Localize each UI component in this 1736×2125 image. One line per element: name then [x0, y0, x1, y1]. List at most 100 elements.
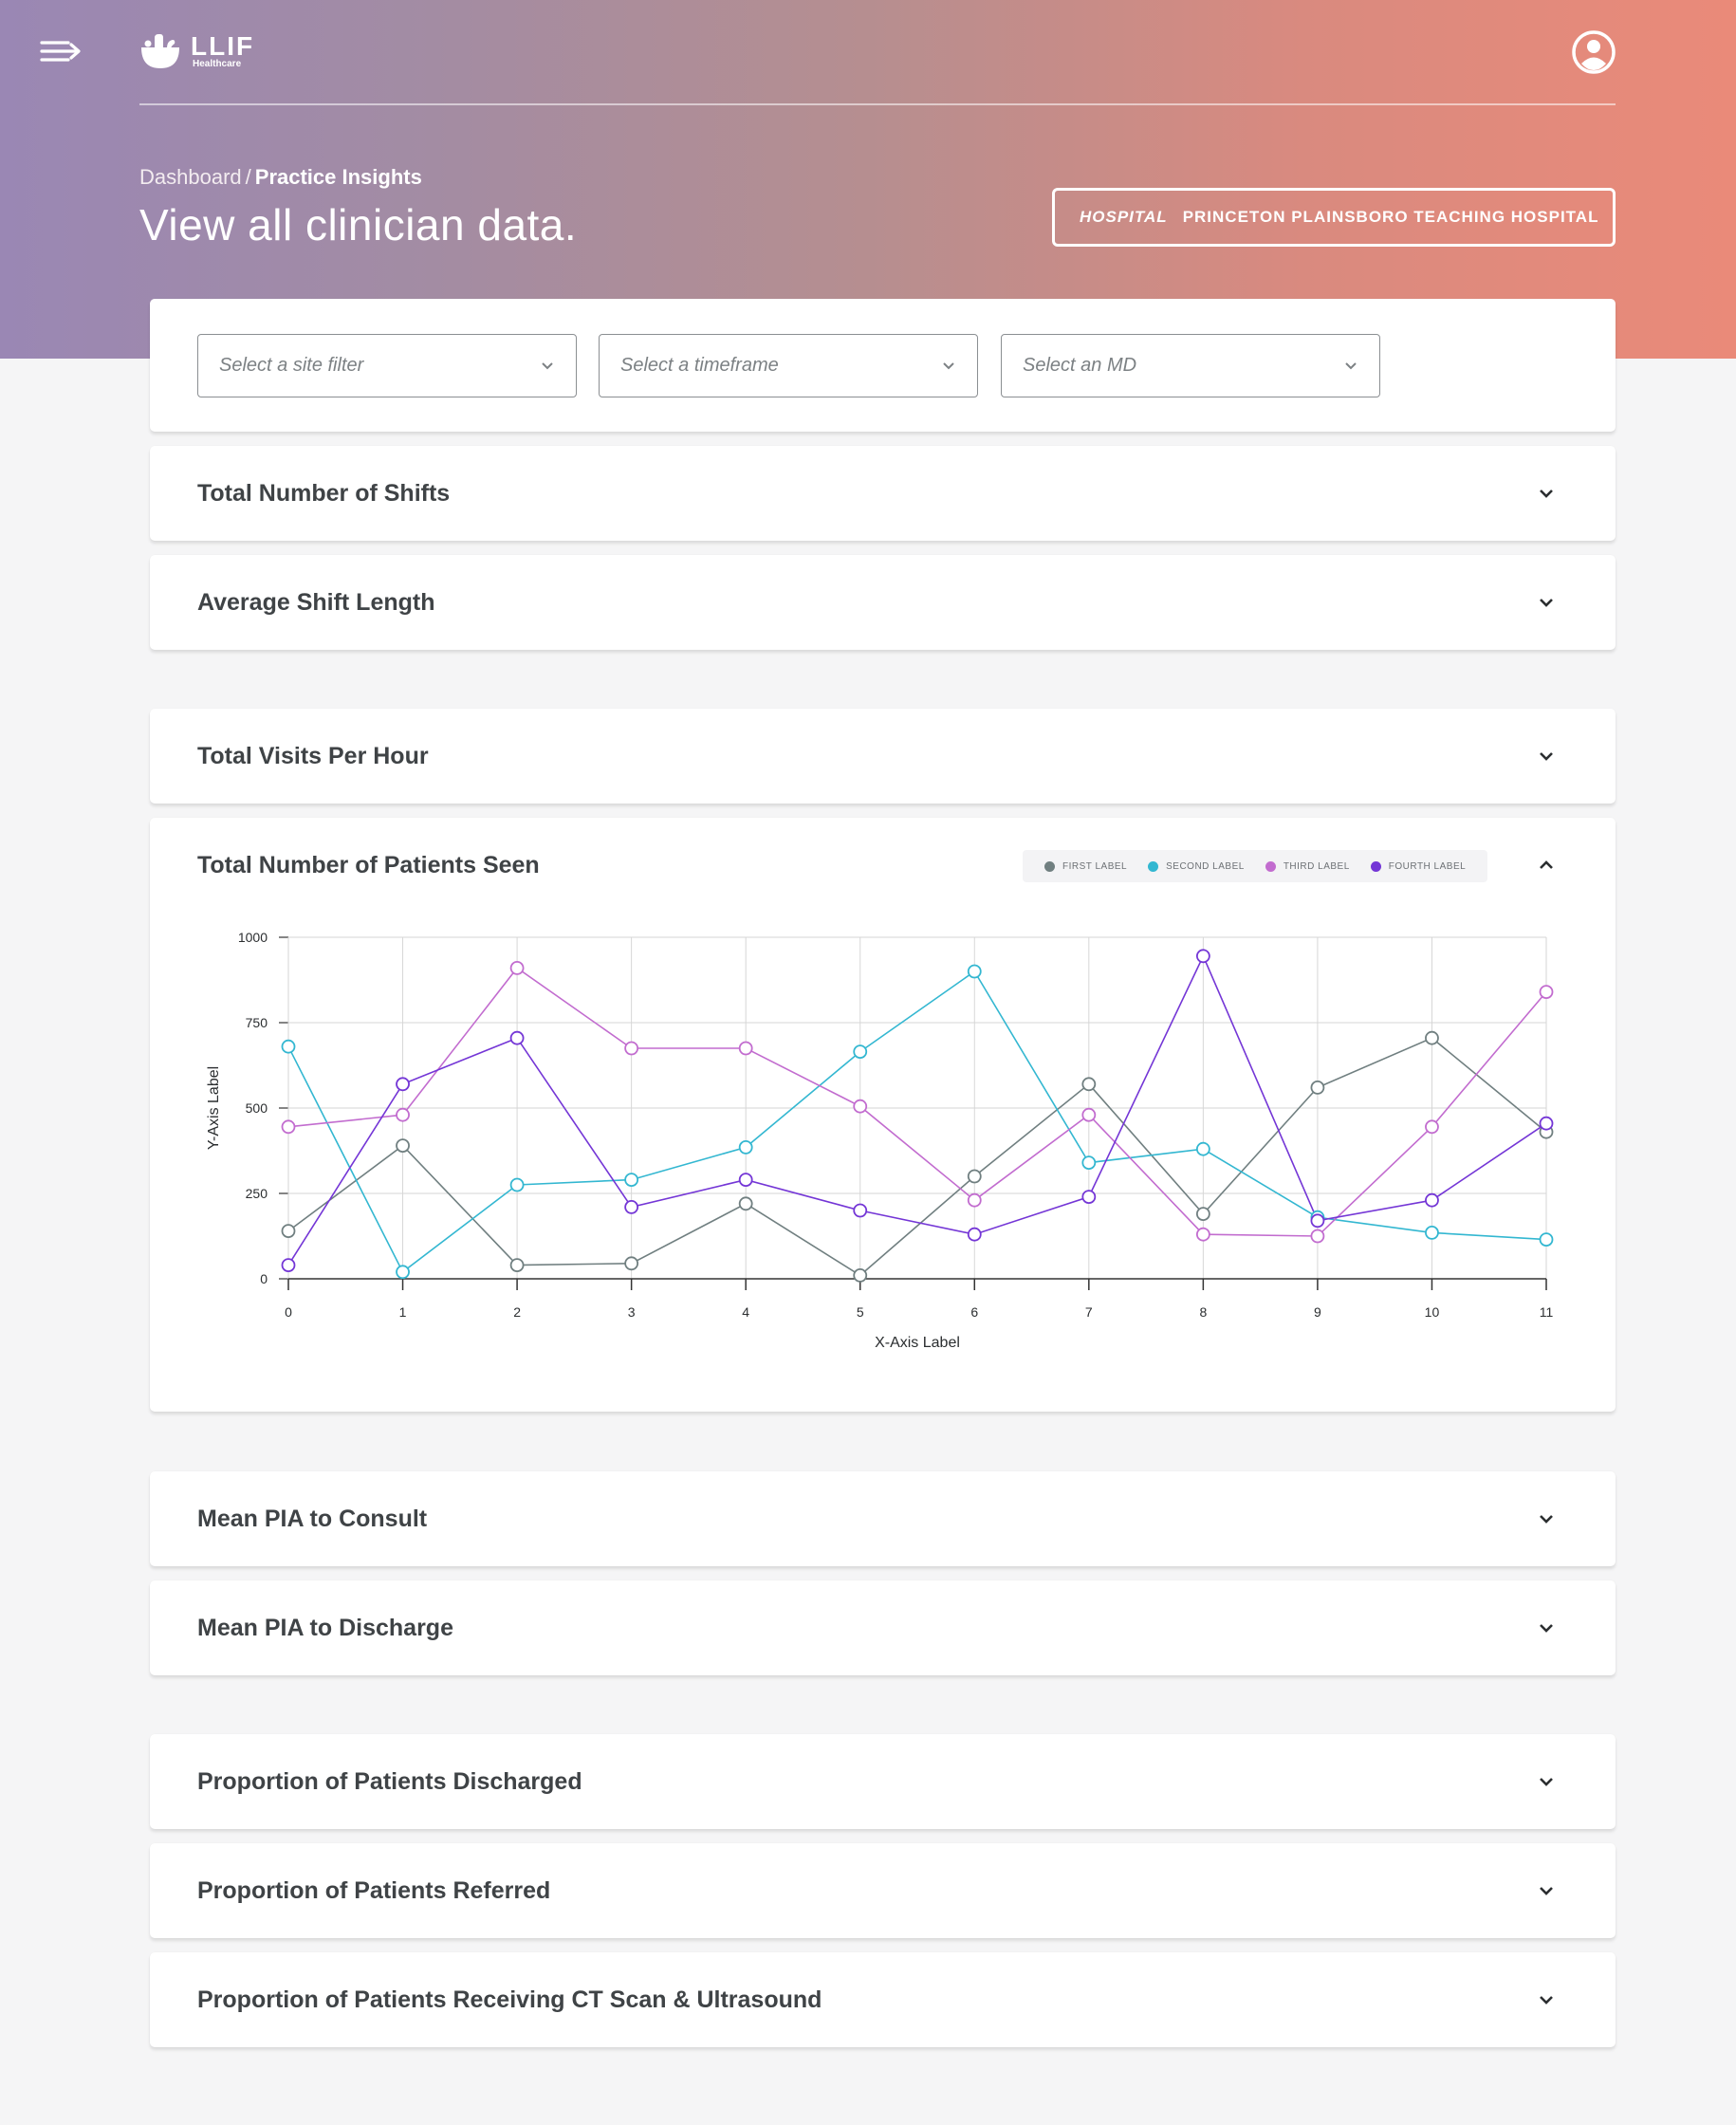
chevron-down-icon[interactable]	[1538, 1991, 1555, 2008]
x-tick-label: 3	[628, 1304, 636, 1320]
chevron-down-icon[interactable]	[1538, 1882, 1555, 1899]
hospital-selector[interactable]: HOSPITAL PRINCETON PLAINSBORO TEACHING H…	[1052, 188, 1616, 247]
x-tick-label: 9	[1314, 1304, 1321, 1320]
x-tick-label: 6	[970, 1304, 978, 1320]
accordion-mean-pia-to-discharge[interactable]: Mean PIA to Discharge	[150, 1580, 1616, 1675]
accordion-title: Proportion of Patients Receiving CT Scan…	[197, 1986, 822, 2013]
data-point	[1081, 1107, 1097, 1122]
x-tick-label: 10	[1425, 1304, 1440, 1320]
chevron-down-icon[interactable]	[1538, 748, 1555, 765]
data-point	[1425, 1192, 1439, 1208]
timeframe-placeholder: Select a timeframe	[620, 355, 779, 376]
chevron-down-icon	[1345, 362, 1357, 370]
series-line	[287, 970, 1547, 1274]
breadcrumb-separator: /	[245, 165, 251, 189]
x-tick-label: 1	[399, 1304, 407, 1320]
data-point	[1425, 1225, 1439, 1240]
accordion-title: Mean PIA to Discharge	[197, 1615, 453, 1641]
data-point	[853, 1203, 868, 1218]
x-tick-label: 7	[1085, 1304, 1093, 1320]
y-axis-label: Y-Axis Label	[206, 1066, 222, 1150]
data-point	[624, 1041, 639, 1056]
data-point	[624, 1199, 639, 1214]
md-select[interactable]: Select an MD	[1001, 334, 1380, 397]
logo-mark-icon	[141, 34, 179, 68]
x-tick-label: 2	[513, 1304, 521, 1320]
data-point	[396, 1077, 410, 1092]
data-point	[1425, 1030, 1439, 1045]
data-point	[1539, 1116, 1554, 1131]
accordion-proportion-discharged[interactable]: Proportion of Patients Discharged	[150, 1734, 1616, 1829]
data-point	[1081, 1190, 1097, 1205]
accordion-average-shift-length[interactable]: Average Shift Length	[150, 555, 1616, 650]
filters-card: Select a site filter Select a timeframe …	[150, 299, 1616, 432]
x-tick-label: 8	[1199, 1304, 1207, 1320]
chevron-down-icon[interactable]	[1538, 594, 1555, 611]
site-filter-select[interactable]: Select a site filter	[197, 334, 577, 397]
breadcrumb-dashboard[interactable]: Dashboard	[139, 165, 242, 189]
series-line	[287, 953, 1547, 1266]
menu-icon[interactable]	[40, 38, 83, 66]
y-tick-label: 1000	[238, 930, 268, 945]
data-point	[967, 1192, 982, 1208]
site-filter-placeholder: Select a site filter	[219, 355, 364, 376]
page-title: View all clinician data.	[139, 200, 578, 249]
accordion-total-visits-per-hour[interactable]: Total Visits Per Hour	[150, 709, 1616, 804]
header-divider	[139, 103, 1616, 105]
logo-name: LLIF	[191, 30, 255, 61]
data-point	[738, 1041, 753, 1056]
chevron-down-icon[interactable]	[1538, 1773, 1555, 1790]
data-point	[1081, 1077, 1097, 1092]
data-point	[624, 1256, 639, 1271]
accordion-title: Total Visits Per Hour	[197, 743, 429, 769]
accordion-mean-pia-to-consult[interactable]: Mean PIA to Consult	[150, 1471, 1616, 1566]
data-point	[853, 1044, 868, 1060]
y-tick-label: 500	[246, 1100, 268, 1116]
logo[interactable]: LLIF Healthcare	[139, 32, 254, 70]
accordion-title: Mean PIA to Consult	[197, 1506, 428, 1532]
data-point	[967, 1169, 982, 1184]
data-point	[1310, 1213, 1325, 1229]
data-point	[967, 1227, 982, 1242]
data-point	[738, 1173, 753, 1188]
x-tick-label: 5	[857, 1304, 864, 1320]
breadcrumb-current: Practice Insights	[254, 165, 422, 189]
data-point	[281, 1224, 296, 1239]
data-point	[396, 1107, 410, 1122]
data-point	[1195, 1207, 1210, 1222]
accordion-proportion-referred[interactable]: Proportion of Patients Referred	[150, 1843, 1616, 1938]
accordion-total-patients-seen[interactable]: Total Number of Patients Seen FIRST LABE…	[150, 818, 1616, 1412]
series-line	[287, 967, 1547, 1237]
data-point	[281, 1119, 296, 1135]
data-point	[738, 1139, 753, 1155]
accordion-proportion-ct-ultrasound[interactable]: Proportion of Patients Receiving CT Scan…	[150, 1952, 1616, 2047]
accordion-title: Total Number of Shifts	[197, 480, 451, 507]
chevron-down-icon[interactable]	[1538, 1619, 1555, 1636]
accordion-total-shifts[interactable]: Total Number of Shifts	[150, 446, 1616, 541]
line-chart: 0 250 500 750 1000 0 1 2 3 4 5 6 7 8 9 10 11 X-Axis Label…	[206, 930, 1554, 1351]
data-point	[853, 1267, 868, 1283]
timeframe-select[interactable]: Select a timeframe	[599, 334, 978, 397]
data-point	[967, 964, 982, 979]
user-avatar-icon[interactable]	[1572, 30, 1616, 74]
top-bar: LLIF Healthcare	[0, 0, 1736, 104]
hospital-key: HOSPITAL	[1080, 208, 1168, 226]
chevron-down-icon[interactable]	[1538, 1510, 1555, 1527]
data-point	[509, 960, 525, 975]
data-point	[1195, 949, 1210, 964]
y-tick-label: 250	[246, 1186, 268, 1201]
data-point	[509, 1258, 525, 1273]
x-axis-label: X-Axis Label	[875, 1335, 960, 1351]
chevron-down-icon[interactable]	[1538, 485, 1555, 502]
breadcrumb: Dashboard / Practice Insights	[139, 165, 422, 190]
series-line	[287, 1037, 1547, 1277]
data-point	[1310, 1080, 1325, 1095]
data-point	[738, 1196, 753, 1211]
hospital-name: PRINCETON PLAINSBORO TEACHING HOSPITAL	[1182, 208, 1599, 226]
data-point	[509, 1030, 525, 1045]
x-tick-label: 4	[742, 1304, 749, 1320]
data-point	[624, 1173, 639, 1188]
data-point	[1195, 1141, 1210, 1156]
accordion-title: Proportion of Patients Discharged	[197, 1768, 582, 1795]
chevron-down-icon	[943, 362, 954, 370]
